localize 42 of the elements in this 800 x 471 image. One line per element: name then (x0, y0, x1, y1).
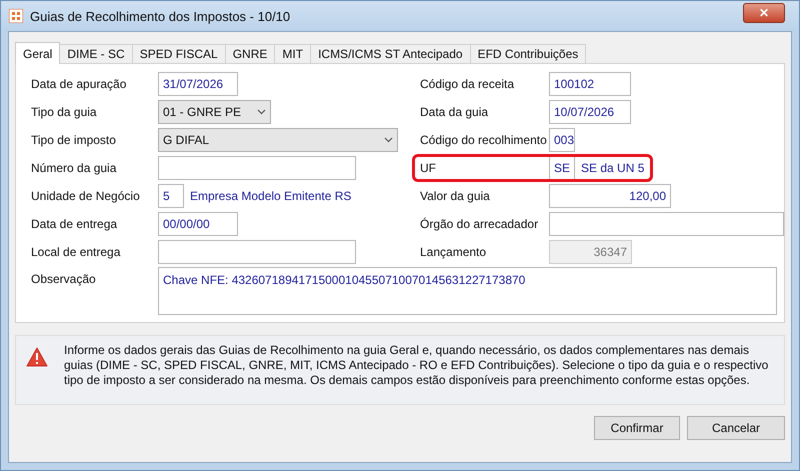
info-message: Informe os dados gerais das Guias de Recolhimento na guia Geral e, quando necessário, os dados complementares nas demais guias (DIME - SC, SPED FISCAL, GNRE, MIT, ICMS Antecipado - RO e EFD Contribuições). Selecione o tipo da guia e o respectivo tipo de imposto a ser considerado na mesma. Os demais campos estão disponíveis para preenchimento conforme estas opções. (64, 343, 770, 388)
input-field[interactable]: 120,00 (549, 184, 671, 208)
input-field[interactable]: 003 (549, 128, 575, 152)
tab[interactable]: EFD Contribuições (470, 44, 586, 63)
field-description: SE da UN 5 (581, 161, 644, 175)
field-label: Data de apuração (31, 77, 128, 91)
chevron-icon (257, 109, 266, 115)
field-label: Tipo de imposto (31, 133, 117, 147)
field-label: Tipo da guia (31, 105, 98, 119)
field-label: Valor da guia (420, 189, 491, 203)
field-label: Data da guia (420, 105, 490, 119)
window-title: Guias de Recolhimento dos Impostos - 10/10 (30, 8, 292, 24)
warning-icon (26, 347, 48, 367)
input-field[interactable]: 00/00/00 (158, 212, 238, 236)
dropdown[interactable]: 01 - GNRE PE (158, 100, 271, 124)
dialog-button[interactable]: Cancelar (687, 416, 785, 440)
tab[interactable]: Geral (15, 42, 60, 64)
input-field[interactable] (549, 212, 784, 236)
dropdown[interactable]: G DIFAL (158, 128, 398, 152)
field-label: Código da receita (420, 77, 516, 91)
field-label: Data de entrega (31, 217, 118, 231)
input-field[interactable]: 100102 (549, 72, 631, 96)
input-field[interactable] (158, 156, 356, 180)
tab[interactable]: ICMS/ICMS ST Antecipado (310, 44, 471, 63)
app-icon (9, 9, 23, 23)
input-field[interactable] (158, 240, 356, 264)
chevron-icon (384, 137, 393, 143)
field-label: UF (420, 161, 437, 175)
field-label: Local de entrega (31, 245, 122, 259)
text-area[interactable]: Chave NFE: 43260718941715000104550710070145631227173870 (158, 267, 777, 315)
field-label: Órgão do arrecadador (420, 217, 540, 231)
field-label: Lançamento (420, 245, 488, 259)
field-label: Observação (31, 271, 97, 286)
input-field[interactable]: 31/07/2026 (158, 72, 238, 96)
field-description: Empresa Modelo Emitente RS (190, 189, 352, 203)
field-label: Unidade de Negócio (31, 189, 141, 203)
dialog-button[interactable]: Confirmar (594, 416, 680, 440)
field-label: Código do recolhimento (420, 133, 548, 147)
input-field[interactable]: 5 (158, 184, 184, 208)
input-field[interactable]: SE (549, 157, 575, 179)
input-field[interactable]: 10/07/2026 (549, 100, 631, 124)
field-label: Número da guia (31, 161, 118, 175)
